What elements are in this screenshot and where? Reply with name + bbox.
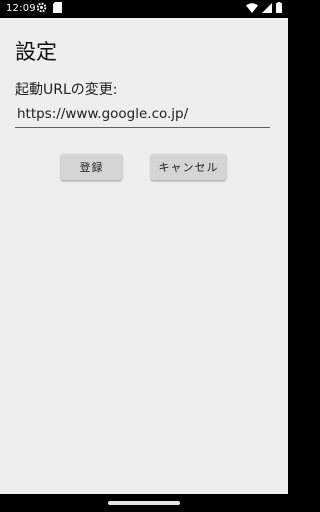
- home-gesture-handle[interactable]: [108, 501, 180, 505]
- settings-screen: 設定 起動URLの変更: 登録 キャンセル: [0, 18, 288, 494]
- battery-icon: [276, 2, 282, 16]
- wifi-icon: [246, 2, 258, 16]
- status-left-icons: [36, 2, 62, 16]
- cancel-button[interactable]: キャンセル: [151, 154, 226, 180]
- status-right-icons: [246, 2, 282, 16]
- url-input[interactable]: [15, 103, 269, 125]
- status-time: 12:09: [6, 3, 36, 14]
- status-bar: 12:09: [0, 0, 288, 18]
- navigation-bar: [0, 494, 288, 512]
- url-label: 起動URLの変更:: [15, 82, 118, 98]
- url-field-underline: [15, 103, 270, 128]
- page-title: 設定: [15, 40, 57, 64]
- settings-gear-icon: [36, 2, 47, 16]
- cellular-signal-icon: [262, 2, 272, 16]
- register-button[interactable]: 登録: [61, 154, 122, 180]
- sd-card-icon: [53, 2, 62, 16]
